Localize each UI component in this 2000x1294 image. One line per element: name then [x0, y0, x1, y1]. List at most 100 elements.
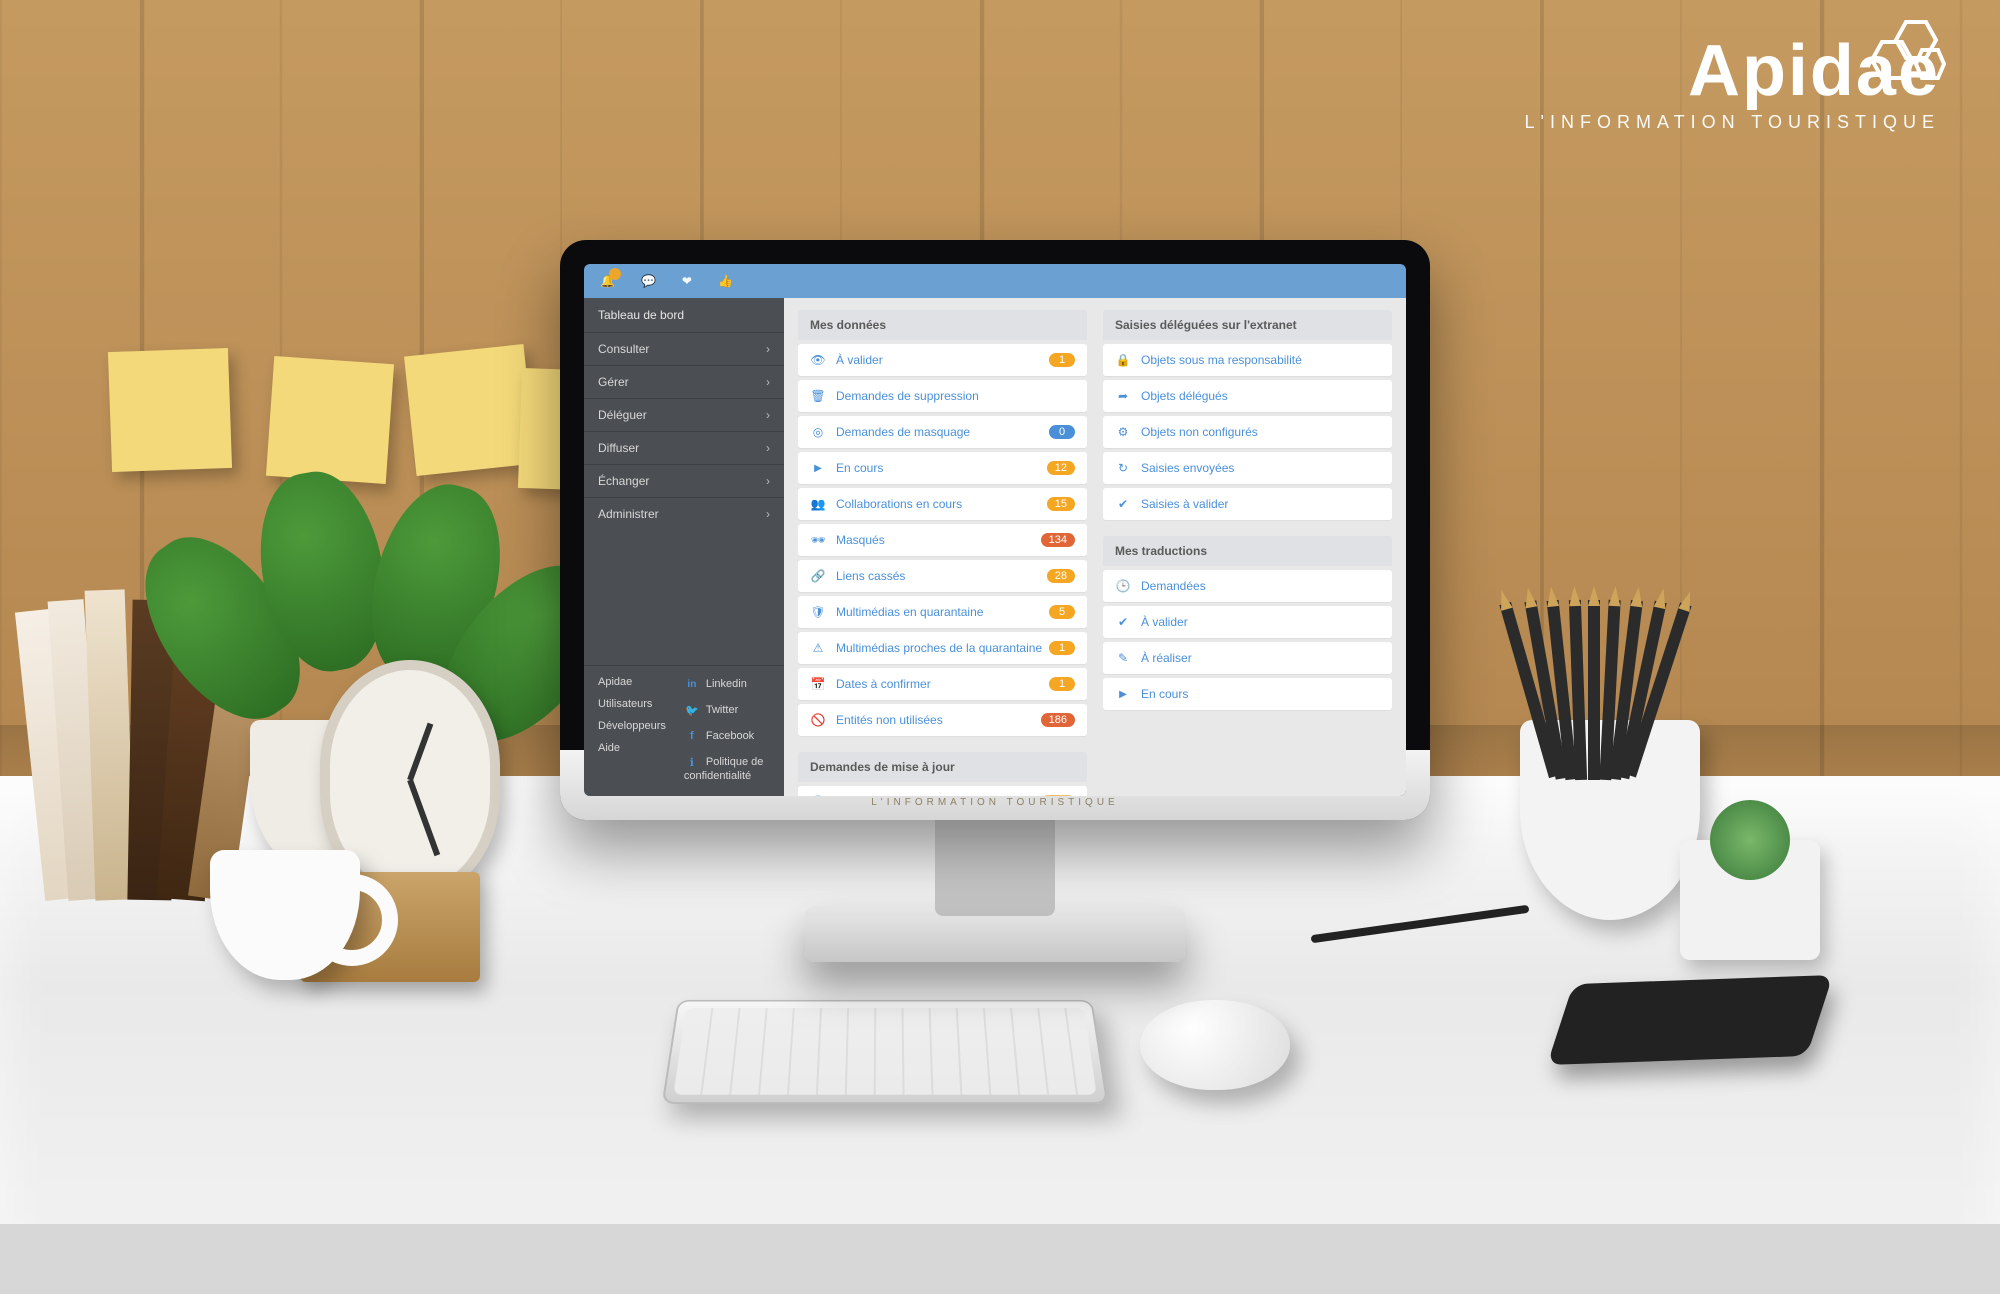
panel-item-label: Entités non utilisées	[810, 712, 943, 728]
social-icon	[684, 754, 700, 770]
content: Mes données À valider1Demandes de suppre…	[784, 298, 1406, 796]
panel-mes-donnees: Mes données À valider1Demandes de suppre…	[798, 310, 1087, 736]
count-badge: 1	[1049, 641, 1075, 655]
sidebar-item[interactable]: Administrer ›	[584, 497, 784, 530]
sidebar-item[interactable]: Consulter ›	[584, 332, 784, 365]
screen: Tableau de bord Consulter›Gérer›Déléguer…	[584, 264, 1406, 796]
item-icon	[1115, 578, 1131, 594]
desk-front	[0, 1224, 2000, 1294]
brand-tagline: L'INFORMATION TOURISTIQUE	[1525, 112, 1940, 133]
item-icon	[810, 460, 826, 476]
panel-item[interactable]: À réaliser	[1103, 642, 1392, 674]
item-icon	[1115, 424, 1131, 440]
footer-link[interactable]: Facebook	[684, 728, 784, 744]
panel-item[interactable]: Masqués134	[798, 524, 1087, 556]
chevron-right-icon: ›	[766, 342, 770, 356]
footer-link[interactable]: Twitter	[684, 702, 784, 718]
footer-link[interactable]: Linkedin	[684, 676, 784, 692]
panel-item[interactable]: Objets non configurés	[1103, 416, 1392, 448]
item-icon	[810, 568, 826, 584]
succulent-pot	[1680, 840, 1820, 960]
item-icon	[810, 640, 826, 656]
panel-item[interactable]: Objets délégués	[1103, 380, 1392, 412]
panel-item-label: Demandes de masquage	[810, 424, 970, 440]
panel-item[interactable]: Saisies envoyées	[1103, 452, 1392, 484]
sidebar: Tableau de bord Consulter›Gérer›Déléguer…	[584, 298, 784, 796]
sidebar-item[interactable]: Gérer›	[584, 365, 784, 398]
monitor: ▲▲▲ Apidae L'INFORMATION TOURISTIQUE Tab…	[560, 240, 1430, 970]
topbar	[584, 264, 1406, 298]
panel-item-label: Liens cassés	[810, 568, 905, 584]
panel-item-label: Multimédias en quarantaine	[810, 604, 983, 620]
item-icon	[810, 604, 826, 620]
count-badge: 1	[1049, 677, 1075, 691]
chevron-right-icon: ›	[766, 507, 770, 521]
bell-icon[interactable]	[600, 274, 615, 288]
footer-link[interactable]: Utilisateurs	[598, 698, 666, 710]
panel-item[interactable]: Entités non utilisées 186	[798, 704, 1087, 736]
panel-item[interactable]: Objets sous ma responsabilité	[1103, 344, 1392, 376]
heart-icon[interactable]	[682, 274, 692, 288]
sidebar-item[interactable]: Échanger›	[584, 464, 784, 497]
social-icon	[684, 676, 700, 692]
item-icon	[1115, 686, 1131, 702]
panel-item[interactable]: À valider 1	[798, 344, 1087, 376]
panel-item[interactable]: Collaborations en cours 15	[798, 488, 1087, 520]
panel-item-label: À valider	[810, 352, 883, 368]
panel-item-label: Demandées	[1115, 578, 1206, 594]
item-icon	[810, 352, 826, 368]
panel-item-label: À réaliser	[1115, 650, 1192, 666]
item-icon	[810, 388, 826, 404]
footer-link[interactable]: Apidae	[598, 676, 666, 688]
sidebar-item[interactable]: Diffuser ›	[584, 431, 784, 464]
panel-item-label: Dates à confirmer	[810, 676, 931, 692]
panel-item[interactable]: Demandées	[1103, 570, 1392, 602]
item-icon	[1115, 388, 1131, 404]
panel-item[interactable]: Multimédias en quarantaine5	[798, 596, 1087, 628]
footer-link[interactable]: Aide	[598, 742, 666, 754]
count-badge: 15	[1047, 497, 1075, 511]
social-icon	[684, 702, 700, 718]
panel-title: Mes traductions	[1103, 536, 1392, 566]
chin-brand-tagline: L'INFORMATION TOURISTIQUE	[871, 797, 1118, 808]
panel-item[interactable]: Multimédias proches de la quarantaine1	[798, 632, 1087, 664]
panel-item[interactable]: Saisies à valider	[1103, 488, 1392, 520]
count-badge: 1	[1049, 353, 1075, 367]
panel-item-label: À valider	[1115, 614, 1188, 630]
sidebar-item-label: Déléguer	[598, 408, 647, 422]
chevron-right-icon: ›	[766, 375, 770, 389]
panel-item[interactable]: Liens cassés28	[798, 560, 1087, 592]
item-icon	[810, 712, 826, 728]
chevron-right-icon: ›	[766, 441, 770, 455]
panel-item[interactable]: À valider	[1103, 606, 1392, 638]
panel-item[interactable]: En cours12	[798, 452, 1087, 484]
sidebar-item-label: Diffuser	[598, 441, 639, 455]
monitor-stand-neck	[935, 806, 1055, 916]
panel-item-label: Demandes envoyées	[810, 794, 949, 796]
item-icon	[1115, 650, 1131, 666]
sidebar-item[interactable]: Déléguer ›	[584, 398, 784, 431]
panel-traductions: Mes traductions Demandées À valider À réal…	[1103, 536, 1392, 710]
sidebar-item-label: Consulter	[598, 342, 649, 356]
chevron-right-icon: ›	[766, 408, 770, 422]
panel-title: Demandes de mise à jour	[798, 752, 1087, 782]
panel-item[interactable]: Dates à confirmer 1	[798, 668, 1087, 700]
chat-icon[interactable]	[641, 274, 656, 288]
footer-link[interactable]: Politique de confidentialité	[684, 754, 784, 782]
sidebar-item-label: Administrer	[598, 507, 659, 521]
panel-item[interactable]: En cours	[1103, 678, 1392, 710]
item-icon	[810, 676, 826, 692]
panel-item-label: Objets non configurés	[1115, 424, 1258, 440]
app-body: Tableau de bord Consulter›Gérer›Déléguer…	[584, 298, 1406, 796]
item-icon	[1115, 614, 1131, 630]
panel-item-label: Masqués	[810, 532, 885, 548]
footer-link[interactable]: Développeurs	[598, 720, 666, 732]
panel-item[interactable]: Demandes envoyées244	[798, 786, 1087, 796]
panel-item[interactable]: Demandes de suppression	[798, 380, 1087, 412]
panel-item[interactable]: Demandes de masquage0	[798, 416, 1087, 448]
panel-item-label: Collaborations en cours	[810, 496, 962, 512]
thumb-icon[interactable]	[718, 274, 733, 288]
count-badge: 186	[1041, 713, 1075, 727]
panel-item-label: Objets délégués	[1115, 388, 1228, 404]
brand-logo-icon	[1836, 12, 1946, 92]
